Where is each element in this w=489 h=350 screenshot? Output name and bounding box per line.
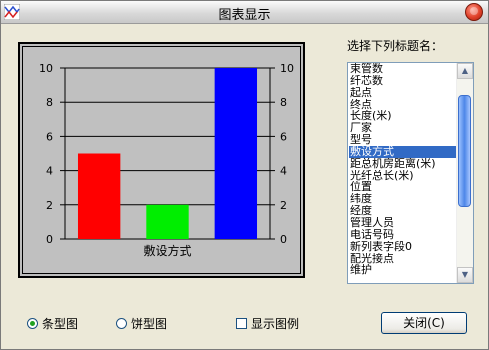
window-title: 图表显示 (218, 8, 271, 23)
bar (214, 68, 258, 239)
scroll-up-button[interactable]: ▲ (457, 63, 473, 79)
x-category-label: 敷设方式 (143, 243, 191, 258)
list-item[interactable]: 经度 (349, 205, 457, 217)
scroll-down-button[interactable]: ▼ (457, 267, 473, 283)
list-item[interactable]: 纬度 (349, 193, 457, 205)
chart-frame: 0 0 2 2 4 4 6 6 8 8 10 10 敷设方式 (18, 42, 305, 278)
pie-chart-radio[interactable]: 饼型图 (116, 315, 167, 332)
list-item[interactable]: 型号 (349, 134, 457, 146)
list-item[interactable]: 电话号码 (349, 229, 457, 241)
y-tick-label: 2 (46, 199, 53, 212)
y-tick-label: 10 (39, 62, 53, 75)
close-icon (470, 7, 478, 15)
list-item[interactable]: 新列表字段0 (349, 241, 457, 253)
list-item[interactable]: 长度(米) (349, 110, 457, 122)
chart-display-window: 图表显示 0 0 2 2 4 4 6 6 8 8 10 10 敷设方式 选择下列标题名： 束管数 纤芯数起… (0, 0, 489, 350)
bar-chart-radio[interactable]: 条型图 (27, 315, 78, 332)
checkbox-unchecked-icon (236, 318, 247, 329)
field-list: 束管数 纤芯数 起点 终点 长度(米) 厂家 型号 敷设方式 距总机房距离(米) 光纤总长(米) 位… (349, 63, 457, 276)
right-y-tick-label: 10 (280, 62, 294, 75)
list-item[interactable]: 起点 (349, 87, 457, 99)
right-y-tick-label: 0 (280, 233, 287, 246)
field-listbox[interactable]: 束管数 纤芯数 起点 终点 长度(米) 厂家 型号 敷设方式 距总机房距离(米) 光纤总长(米) 位… (347, 62, 474, 284)
arrow-down-icon: ▼ (461, 270, 469, 279)
list-item[interactable]: 厂家 (349, 122, 457, 134)
list-item[interactable]: 距总机房距离(米) (349, 158, 457, 170)
right-y-tick-label: 4 (280, 165, 287, 178)
list-label: 选择下列标题名： (347, 39, 444, 53)
list-item[interactable]: 管理人员 (349, 217, 457, 229)
show-legend-label: 显示图例 (251, 317, 300, 331)
show-legend-checkbox[interactable]: 显示图例 (236, 315, 299, 332)
bar-chart: 0 0 2 2 4 4 6 6 8 8 10 10 敷设方式 (39, 62, 294, 258)
list-item[interactable]: 终点 (349, 99, 457, 111)
y-tick-label: 0 (46, 233, 53, 246)
list-item[interactable]: 维护 (349, 264, 457, 276)
y-tick-label: 8 (46, 96, 53, 109)
y-tick-label: 6 (46, 130, 53, 143)
close-button[interactable]: 关闭(C) (381, 312, 467, 334)
list-item[interactable]: 束管数 (349, 63, 457, 75)
list-item[interactable]: 纤芯数 (349, 75, 457, 87)
title-bar: 图表显示 (1, 1, 488, 24)
y-tick-label: 4 (46, 165, 53, 178)
window-close-button[interactable] (465, 3, 483, 21)
list-item[interactable]: 配光接点 (349, 253, 457, 265)
arrow-up-icon: ▲ (461, 66, 469, 75)
scroll-thumb[interactable] (458, 95, 471, 207)
right-y-tick-label: 8 (280, 96, 287, 109)
bar (146, 204, 189, 239)
list-scrollbar[interactable]: ▲ ▼ (456, 63, 473, 283)
right-y-tick-label: 6 (280, 130, 287, 143)
bar (77, 153, 121, 239)
radio-empty-icon (116, 318, 127, 329)
list-item[interactable]: 位置 (349, 181, 457, 193)
right-y-tick-label: 2 (280, 199, 287, 212)
bar-chart-radio-label: 条型图 (42, 317, 79, 331)
radio-selected-icon (27, 318, 38, 329)
list-item[interactable]: 敷设方式 (349, 145, 457, 158)
pie-chart-radio-label: 饼型图 (131, 317, 168, 331)
list-item[interactable]: 光纤总长(米) (349, 170, 457, 182)
